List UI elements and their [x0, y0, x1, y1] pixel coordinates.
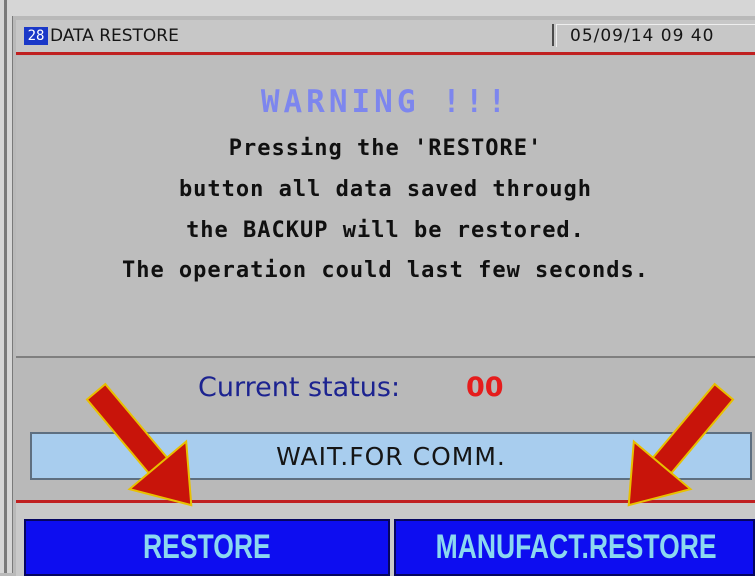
warning-line: the BACKUP will be restored.: [186, 218, 585, 243]
restore-button-label: RESTORE: [143, 528, 271, 566]
restore-button[interactable]: RESTORE: [24, 519, 390, 576]
title-bar: 28 DATA RESTORE 05/09/14 09 40: [16, 20, 755, 55]
warning-line: Pressing the 'RESTORE': [228, 136, 543, 161]
screen-title: DATA RESTORE: [50, 26, 179, 46]
manufact-restore-button[interactable]: MANUFACT.RESTORE: [394, 519, 755, 576]
warning-line: button all data saved through: [178, 177, 593, 202]
status-row: Current status: 00: [16, 360, 755, 416]
frame-groove: [4, 0, 7, 573]
status-label: Current status:: [198, 372, 401, 403]
hmi-frame-top: [12, 0, 755, 16]
warning-line: The operation could last few seconds.: [121, 258, 650, 283]
warning-title: WARNING !!!: [260, 84, 511, 120]
screen-number-badge: 28: [24, 27, 48, 45]
button-bar: RESTORE MANUFACT.RESTORE: [16, 500, 755, 576]
manufact-restore-button-label: MANUFACT.RESTORE: [435, 528, 717, 566]
title-divider: [538, 24, 554, 46]
warning-panel: WARNING !!! Pressing the 'RESTORE' butto…: [16, 56, 755, 358]
communication-status-bar: WAIT.FOR COMM.: [30, 432, 752, 480]
hmi-frame-left: [0, 0, 13, 573]
date-time: 05/09/14 09 40: [570, 26, 715, 46]
communication-message: WAIT.FOR COMM.: [276, 442, 506, 471]
status-value: 00: [466, 372, 504, 403]
